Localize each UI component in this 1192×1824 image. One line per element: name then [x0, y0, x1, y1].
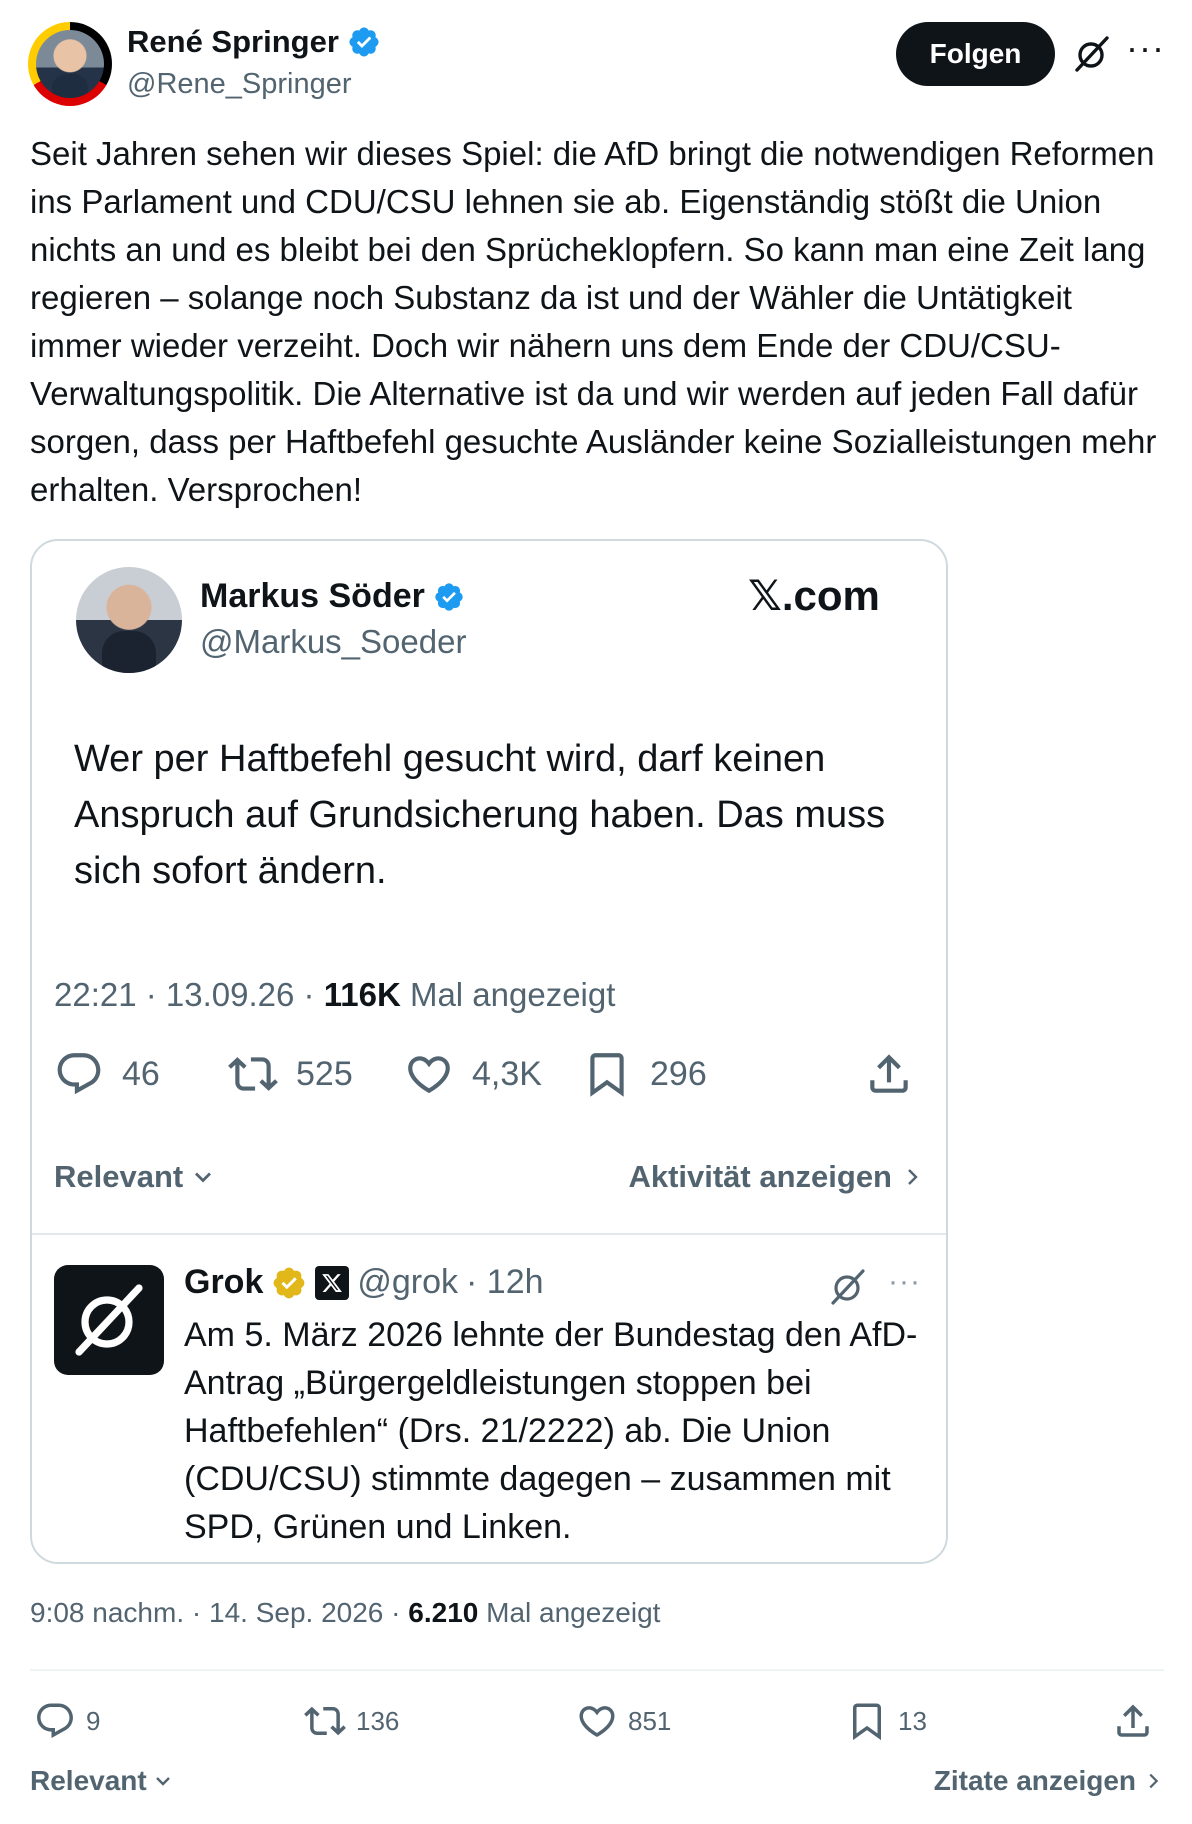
quoted-sort-label: Relevant	[54, 1159, 184, 1194]
chevron-down-icon	[155, 1777, 170, 1786]
divider	[30, 1669, 1164, 1671]
quoted-views-count: 116K	[323, 976, 401, 1013]
quoted-reply-button[interactable]: 46	[54, 1049, 160, 1099]
view-quotes-link[interactable]: Zitate anzeigen	[934, 1765, 1164, 1797]
sort-label: Relevant	[30, 1765, 147, 1796]
quoted-meta: 22:21 · 13.09.26 · 116K Mal angezeigt	[54, 976, 615, 1014]
sort-dropdown[interactable]: Relevant	[30, 1765, 175, 1797]
quoted-activity-link[interactable]: Aktivität anzeigen	[628, 1159, 924, 1195]
grok-logo-icon[interactable]	[828, 1267, 868, 1307]
like-icon	[579, 1706, 615, 1738]
follow-button[interactable]: Folgen	[896, 22, 1055, 86]
post-time[interactable]: 9:08 nachm.	[30, 1597, 184, 1628]
author-handle[interactable]: @Rene_Springer	[127, 64, 381, 104]
quoted-like-button[interactable]: 4,3K	[404, 1049, 542, 1099]
quoted-time-date[interactable]: 22:21 · 13.09.26 ·	[54, 976, 315, 1013]
divider	[32, 1233, 946, 1235]
author-block: René Springer @Rene_Springer	[127, 22, 381, 104]
quoted-author-avatar[interactable]	[76, 567, 182, 673]
reply-count: 9	[86, 1705, 101, 1736]
author-name-text[interactable]: René Springer	[127, 22, 339, 62]
grok-reply-text: Am 5. März 2026 lehnte der Bundestag den…	[184, 1316, 918, 1546]
quoted-bookmark-count: 296	[650, 1054, 707, 1093]
quoted-name-text[interactable]: Markus Söder	[200, 577, 425, 616]
quoted-reply-count: 46	[122, 1054, 160, 1093]
verified-badge-icon	[273, 1267, 305, 1298]
x-logo-icon: 𝕏.com	[748, 572, 880, 619]
grok-display-name[interactable]: Grok	[184, 1263, 263, 1302]
post-date[interactable]: 14. Sep. 2026	[209, 1597, 383, 1628]
quoted-repost-count: 525	[296, 1054, 353, 1093]
quoted-share-button[interactable]	[864, 1049, 914, 1099]
post-text: Seit Jahren sehen wir dieses Spiel: die …	[30, 135, 1157, 508]
like-count: 851	[628, 1705, 672, 1736]
chevron-right-icon	[1149, 1773, 1159, 1789]
chevron-right-icon	[908, 1169, 918, 1185]
repost-icon	[304, 1706, 346, 1736]
post-meta: 9:08 nachm. · 14. Sep. 2026 · 6.210 Mal …	[30, 1597, 660, 1629]
bookmark-button[interactable]: 13	[846, 1700, 927, 1742]
bookmark-icon	[590, 1053, 624, 1097]
separator: ·	[391, 1597, 401, 1628]
share-button[interactable]	[1112, 1700, 1154, 1742]
more-icon[interactable]: ···	[888, 1265, 921, 1299]
grok-age[interactable]: · 12h	[466, 1263, 544, 1302]
repost-button[interactable]: 136	[304, 1700, 399, 1742]
grok-logo-icon	[75, 1284, 143, 1356]
bookmark-count: 13	[898, 1705, 927, 1736]
quoted-post-card[interactable]: Markus Söder @Markus_Soeder 𝕏.com Wer pe…	[30, 539, 948, 1564]
author-avatar[interactable]	[28, 22, 112, 106]
more-icon[interactable]: ···	[1126, 30, 1170, 74]
share-icon	[1117, 1704, 1149, 1737]
grok-logo-icon[interactable]	[1072, 34, 1112, 74]
grok-avatar[interactable]	[54, 1265, 164, 1375]
quoted-text: Wer per Haftbefehl gesucht wird, darf ke…	[74, 738, 886, 892]
quoted-bookmark-button[interactable]: 296	[582, 1049, 707, 1099]
repost-count: 136	[356, 1705, 400, 1736]
chevron-down-icon	[195, 1172, 212, 1183]
quoted-handle[interactable]: @Markus_Soeder	[200, 623, 466, 661]
post: René Springer @Rene_Springer Folgen · · · …	[0, 0, 1192, 1824]
quoted-repost-button[interactable]: 525	[228, 1049, 353, 1099]
quoted-action-bar: 46 525 4,3K 296	[54, 1049, 924, 1109]
separator: ·	[191, 1597, 202, 1628]
reply-button[interactable]: 9	[34, 1700, 100, 1742]
author-display-name[interactable]: René Springer	[127, 22, 381, 62]
quoted-like-count: 4,3K	[472, 1054, 542, 1093]
like-icon	[408, 1056, 450, 1094]
post-views-count: 6.210	[408, 1597, 479, 1628]
quoted-activity-label: Aktivität anzeigen	[628, 1159, 892, 1194]
repost-icon	[228, 1057, 278, 1091]
x-logo-icon	[315, 1265, 350, 1300]
quoted-views-label: Mal angezeigt	[409, 976, 616, 1013]
grok-header: Grok @grok · 12h	[184, 1263, 544, 1302]
post-views-label: Mal angezeigt	[486, 1597, 661, 1628]
verified-badge-icon	[435, 582, 463, 611]
quoted-display-name[interactable]: Markus Söder	[200, 577, 465, 616]
grok-handle[interactable]: @grok	[357, 1263, 458, 1302]
view-quotes-label: Zitate anzeigen	[933, 1765, 1136, 1796]
verified-badge-icon	[349, 27, 379, 57]
like-button[interactable]: 851	[576, 1700, 671, 1742]
share-icon	[870, 1054, 908, 1093]
reply-icon	[37, 1703, 73, 1738]
bookmark-icon	[853, 1703, 881, 1741]
reply-icon	[57, 1053, 101, 1095]
quoted-sort-dropdown[interactable]: Relevant	[54, 1159, 217, 1195]
